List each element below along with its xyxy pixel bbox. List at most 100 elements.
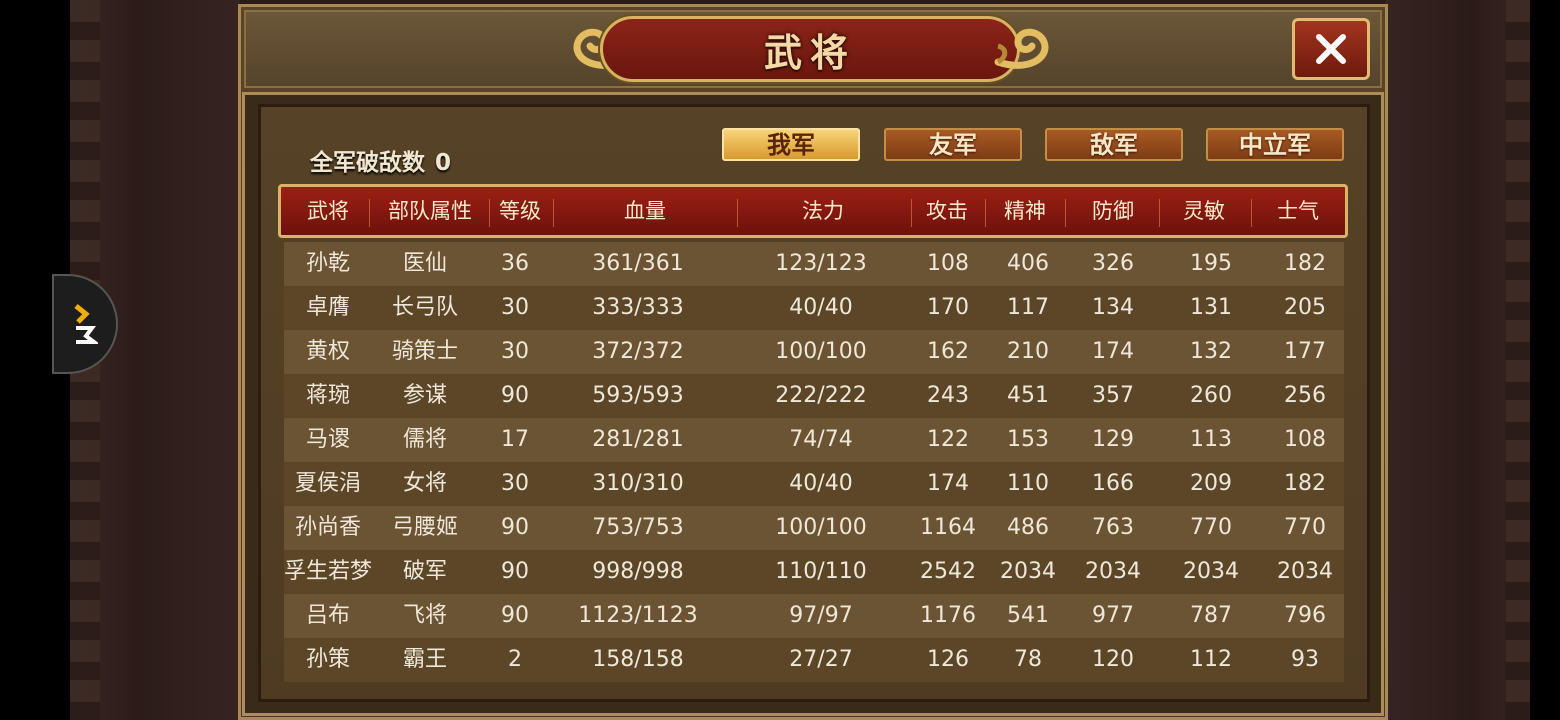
cell-hp: 998/998 (592, 559, 684, 584)
cell-unit-type: 霸王 (402, 647, 447, 672)
cell-general: 孚生若梦 (284, 559, 373, 584)
cell-morale: 93 (1291, 647, 1319, 672)
cell-morale: 2034 (1277, 559, 1333, 584)
table-row[interactable]: 孚生若梦 破军 90 998/998 110/110 2542 2034 2034 2034 20… (284, 550, 1344, 594)
cell-agility: 260 (1190, 383, 1232, 408)
cell-level: 30 (501, 295, 529, 320)
cell-morale: 182 (1284, 471, 1326, 496)
cell-mp: 97/97 (789, 603, 853, 628)
tab-enemy-army[interactable]: 敌军 (1045, 128, 1183, 161)
generals-table: 武将 部队属性 等级 血量 法力 攻击 精神 防御 灵敏 士气 孙乾 医仙 36 36… (274, 180, 1356, 690)
cell-unit-type: 骑策士 (391, 339, 458, 364)
close-icon (1316, 34, 1346, 64)
cell-mp: 100/100 (775, 339, 867, 364)
table-row[interactable]: 马谡 儒将 17 281/281 74/74 122 153 129 113 108 (284, 418, 1344, 462)
cell-general: 卓膺 (305, 295, 350, 320)
table-header: 武将 部队属性 等级 血量 法力 攻击 精神 防御 灵敏 士气 (278, 184, 1348, 238)
cell-attack: 122 (927, 427, 969, 452)
cell-attack: 126 (927, 647, 969, 672)
cell-mp: 110/110 (775, 559, 867, 584)
table-row[interactable]: 蒋琬 参谋 90 593/593 222/222 243 451 357 260 256 (284, 374, 1344, 418)
cell-spirit: 153 (1007, 427, 1049, 452)
cell-general: 孙乾 (305, 251, 350, 276)
cell-level: 90 (501, 515, 529, 540)
cell-level: 90 (501, 603, 529, 628)
cell-morale: 108 (1284, 427, 1326, 452)
cell-hp: 372/372 (592, 339, 684, 364)
header-divider (369, 199, 370, 227)
cell-agility: 209 (1190, 471, 1232, 496)
cell-unit-type: 飞将 (402, 603, 447, 628)
cell-level: 36 (501, 251, 529, 276)
cell-morale: 177 (1284, 339, 1326, 364)
table-row[interactable]: 黄权 骑策士 30 372/372 100/100 162 210 174 132 177 (284, 330, 1344, 374)
cell-morale: 182 (1284, 251, 1326, 276)
cell-attack: 170 (927, 295, 969, 320)
total-kills-label: 全军破敌数 (310, 150, 425, 176)
cell-level: 2 (508, 647, 522, 672)
cell-agility: 113 (1190, 427, 1232, 452)
tab-allied-army[interactable]: 友军 (884, 128, 1022, 161)
cell-hp: 281/281 (592, 427, 684, 452)
table-row[interactable]: 孙策 霸王 2 158/158 27/27 126 78 120 112 93 (284, 638, 1344, 682)
cell-morale: 256 (1284, 383, 1326, 408)
col-header-general: 武将 (307, 199, 349, 223)
cell-agility: 132 (1190, 339, 1232, 364)
tab-neutral-army[interactable]: 中立军 (1206, 128, 1344, 161)
cell-morale: 770 (1284, 515, 1326, 540)
cell-attack: 174 (927, 471, 969, 496)
cell-spirit: 2034 (1000, 559, 1056, 584)
cell-unit-type: 儒将 (402, 427, 447, 452)
cell-spirit: 541 (1007, 603, 1049, 628)
cell-unit-type: 女将 (402, 471, 447, 496)
tab-my-army[interactable]: 我军 (722, 128, 860, 161)
cell-spirit: 406 (1007, 251, 1049, 276)
table-row[interactable]: 卓膺 长弓队 30 333/333 40/40 170 117 134 131 205 (284, 286, 1344, 330)
cell-level: 90 (501, 383, 529, 408)
col-header-morale: 士气 (1277, 199, 1319, 223)
cell-attack: 108 (927, 251, 969, 276)
cell-unit-type: 医仙 (402, 251, 447, 276)
cell-general: 蒋琬 (305, 383, 350, 408)
cell-spirit: 78 (1014, 647, 1042, 672)
cell-attack: 243 (927, 383, 969, 408)
cell-mp: 123/123 (775, 251, 867, 276)
cell-mp: 74/74 (789, 427, 853, 452)
table-row[interactable]: 吕布 飞将 90 1123/1123 97/97 1176 541 977 787 796 (284, 594, 1344, 638)
cell-attack: 2542 (920, 559, 976, 584)
cell-agility: 770 (1190, 515, 1232, 540)
close-button[interactable] (1292, 18, 1370, 80)
cell-hp: 593/593 (592, 383, 684, 408)
cell-defense: 977 (1092, 603, 1134, 628)
cell-spirit: 117 (1007, 295, 1049, 320)
total-kills: 全军破敌数 0 (310, 143, 451, 177)
cell-attack: 1164 (920, 515, 976, 540)
right-screen-edge (1530, 0, 1560, 720)
cell-hp: 361/361 (592, 251, 684, 276)
cell-agility: 112 (1190, 647, 1232, 672)
total-kills-value: 0 (435, 150, 452, 176)
cell-general: 吕布 (305, 603, 350, 628)
col-header-spirit: 精神 (1004, 199, 1046, 223)
cell-level: 90 (501, 559, 529, 584)
cell-mp: 40/40 (789, 471, 853, 496)
cell-defense: 326 (1092, 251, 1134, 276)
cell-level: 30 (501, 471, 529, 496)
cell-attack: 162 (927, 339, 969, 364)
cell-hp: 1123/1123 (578, 603, 698, 628)
cell-defense: 357 (1092, 383, 1134, 408)
cell-general: 黄权 (305, 339, 350, 364)
table-row[interactable]: 孙尚香 弓腰姬 90 753/753 100/100 1164 486 763 770 770 (284, 506, 1344, 550)
cell-hp: 753/753 (592, 515, 684, 540)
cell-agility: 195 (1190, 251, 1232, 276)
cell-defense: 120 (1092, 647, 1134, 672)
cell-hp: 158/158 (592, 647, 684, 672)
background-right (1385, 0, 1530, 720)
col-header-unit-type: 部队属性 (388, 199, 472, 223)
cell-spirit: 210 (1007, 339, 1049, 364)
cell-unit-type: 参谋 (402, 383, 447, 408)
table-row[interactable]: 孙乾 医仙 36 361/361 123/123 108 406 326 195 182 (284, 242, 1344, 286)
cell-hp: 333/333 (592, 295, 684, 320)
cell-unit-type: 弓腰姬 (391, 515, 458, 540)
table-row[interactable]: 夏侯涓 女将 30 310/310 40/40 174 110 166 209 182 (284, 462, 1344, 506)
